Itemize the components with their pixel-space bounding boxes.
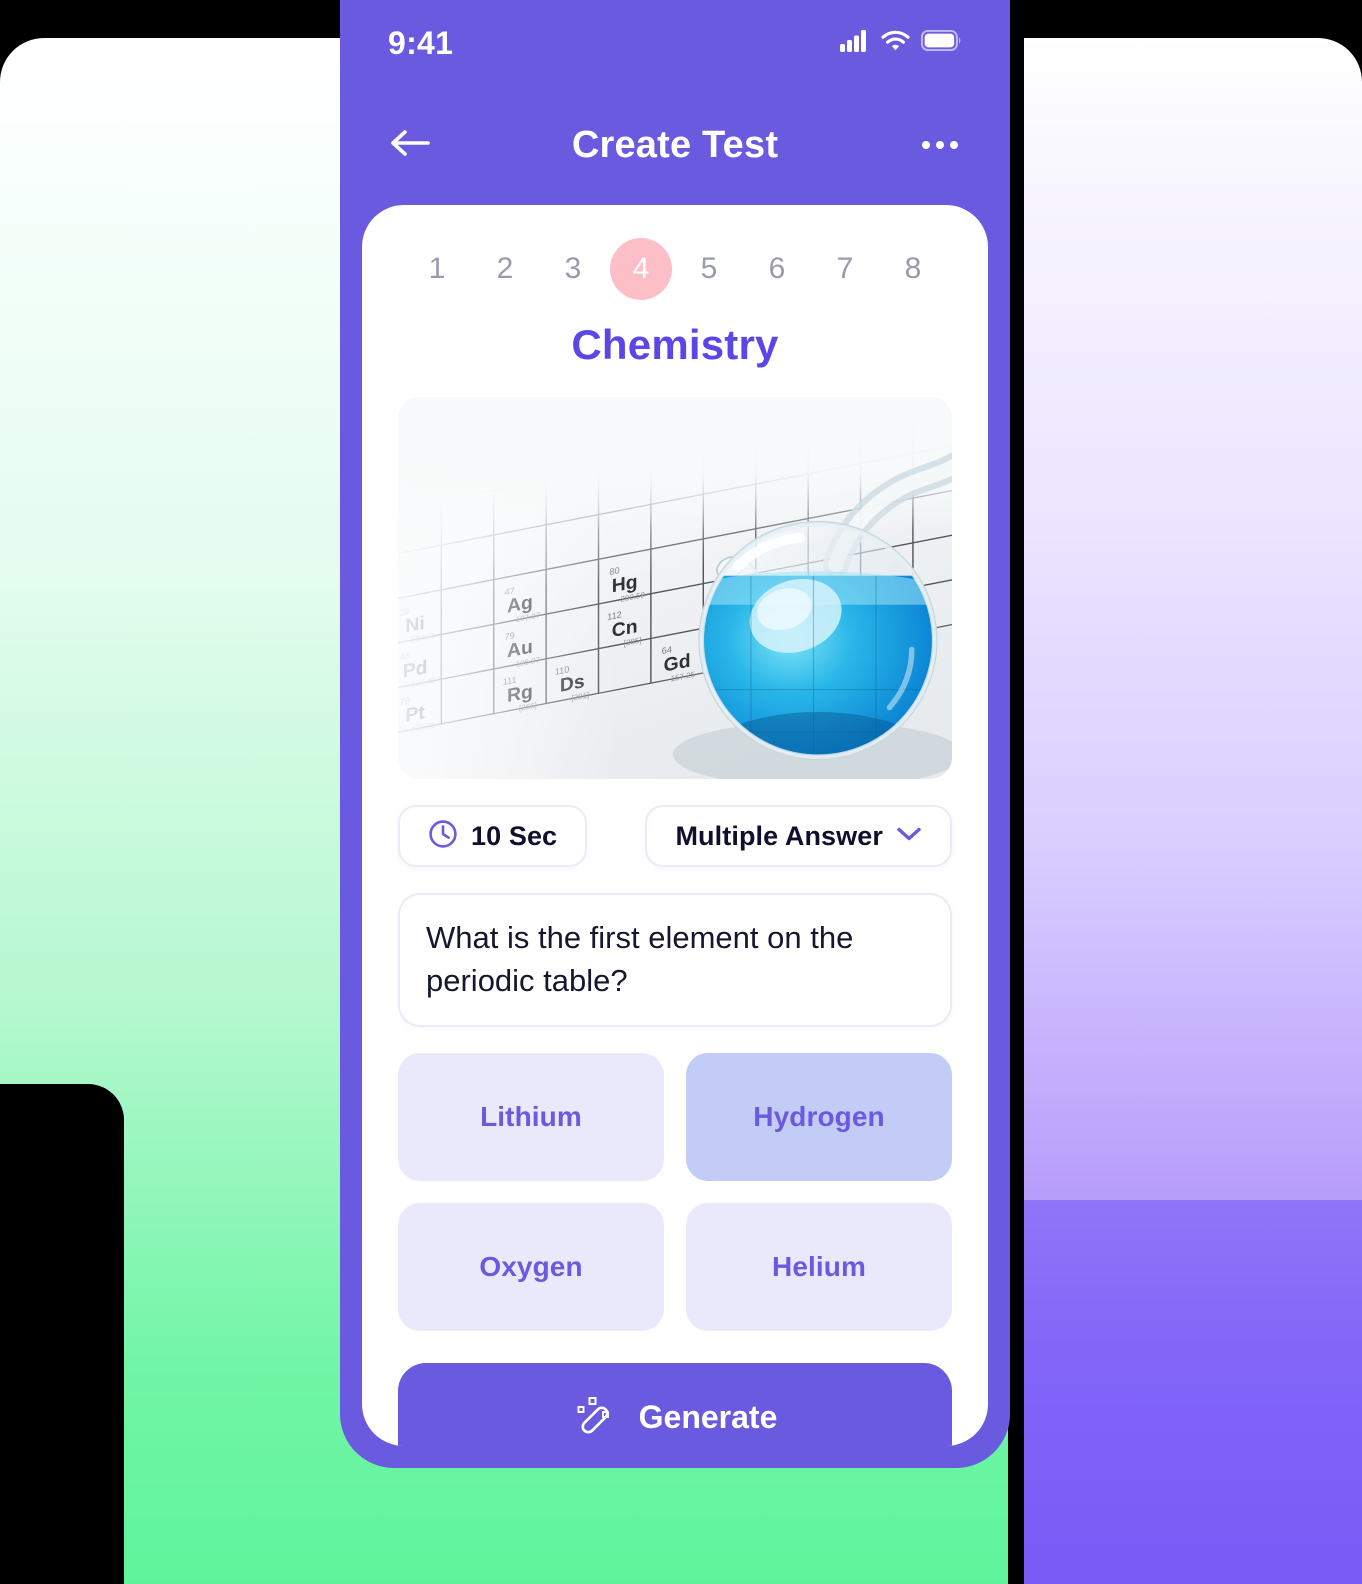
answer-option-lithium[interactable]: Lithium <box>398 1052 664 1181</box>
generate-button[interactable]: Generate <box>398 1362 952 1446</box>
step-item-2[interactable]: 2 <box>474 238 536 300</box>
answer-option-helium[interactable]: Helium <box>686 1202 952 1331</box>
svg-text:64: 64 <box>662 644 672 656</box>
step-indicator: 1 2 3 4 5 6 7 8 <box>398 205 952 309</box>
arrow-left-icon <box>389 128 431 163</box>
page-title: Create Test <box>571 123 779 166</box>
question-input[interactable]: What is the first element on the periodi… <box>398 893 952 1027</box>
chevron-down-icon <box>896 825 922 848</box>
status-bar-icons <box>840 29 962 57</box>
step-item-3[interactable]: 3 <box>542 238 604 300</box>
backdrop-panel-purple-lower <box>1024 1200 1362 1584</box>
answer-option-oxygen[interactable]: Oxygen <box>398 1202 664 1331</box>
step-item-5[interactable]: 5 <box>678 238 740 300</box>
timer-label: 10 Sec <box>471 820 558 851</box>
clock-icon <box>428 819 458 854</box>
subject-title: Chemistry <box>571 321 779 368</box>
more-options-icon <box>922 141 958 149</box>
step-item-1[interactable]: 1 <box>406 238 468 300</box>
step-item-7[interactable]: 7 <box>814 238 876 300</box>
backdrop-notch <box>0 1084 124 1584</box>
answer-options-grid: Lithium Hydrogen Oxygen Helium <box>398 1052 952 1331</box>
app-header: Create Test <box>340 86 1010 204</box>
content-sheet: 1 2 3 4 5 6 7 8 Chemistry Hg Cn Gd 64 20… <box>362 205 988 1446</box>
generate-label: Generate <box>638 1399 778 1436</box>
answer-option-hydrogen[interactable]: Hydrogen <box>686 1052 952 1181</box>
answer-type-dropdown[interactable]: Multiple Answer <box>645 805 952 867</box>
timer-selector[interactable]: 10 Sec <box>398 805 588 867</box>
question-text: What is the first element on the periodi… <box>426 920 854 998</box>
question-settings-row: 10 Sec Multiple Answer <box>398 805 952 867</box>
step-item-6[interactable]: 6 <box>746 238 808 300</box>
battery-icon <box>920 29 962 56</box>
status-bar: 9:41 <box>340 0 1010 86</box>
answer-type-label: Multiple Answer <box>675 820 883 851</box>
cellular-signal-icon <box>840 29 870 57</box>
screenshot-stage: 9:41 Create Test 1 2 3 4 5 6 7 8 Chemist… <box>0 0 1362 1584</box>
flask-periodic-table-illustration: FeCo NiAg Hg RuRh PdAu Cn TcIr PtRg Ds <box>398 397 952 779</box>
phone-frame: 9:41 Create Test 1 2 3 4 5 6 7 8 Chemist… <box>340 0 1010 1468</box>
step-item-8[interactable]: 8 <box>882 238 944 300</box>
step-item-4[interactable]: 4 <box>610 238 672 300</box>
more-options-button[interactable] <box>914 119 966 171</box>
question-image[interactable]: FeCo NiAg Hg RuRh PdAu Cn TcIr PtRg Ds <box>398 397 952 779</box>
back-button[interactable] <box>384 119 436 171</box>
wifi-icon <box>881 30 910 57</box>
magic-wand-icon <box>573 1392 617 1444</box>
status-bar-time: 9:41 <box>388 24 454 61</box>
